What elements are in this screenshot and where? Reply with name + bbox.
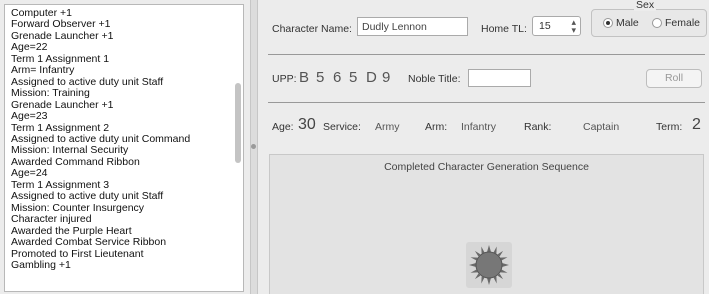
upp-char: 9 [382, 69, 391, 86]
log-entry: Age=23 [11, 110, 48, 123]
upp-label: UPP: [272, 73, 297, 85]
sequence-panel: Completed Character Generation Sequence [269, 154, 704, 294]
arm-value: Infantry [461, 121, 497, 133]
log-entry: Character injured [11, 213, 92, 226]
sex-radio-male[interactable]: Male [603, 17, 639, 29]
service-label: Service: [323, 121, 361, 133]
generation-log-list: Computer +1 Forward Observer +1 Grenade La… [5, 5, 243, 271]
character-name-input[interactable] [357, 17, 468, 36]
noble-title-input[interactable] [468, 69, 531, 87]
age-label: Age: [272, 121, 294, 133]
log-entry: Assigned to active duty unit Staff [11, 190, 164, 203]
service-value: Army [375, 121, 400, 133]
age-value: 30 [298, 116, 316, 133]
upp-char: 6 [333, 69, 342, 86]
rank-label: Rank: [524, 121, 552, 133]
divider [268, 54, 705, 55]
noble-title-label: Noble Title: [408, 73, 461, 85]
sex-group-title: Sex [634, 0, 657, 11]
log-entry: Mission: Training [11, 87, 90, 100]
progress-spinner-icon [466, 242, 512, 288]
upp-char: 5 [316, 69, 325, 86]
log-entry: Gambling +1 [11, 258, 71, 271]
rank-value: Captain [583, 121, 620, 133]
home-tl-stepper[interactable]: 15 ▴ ▾ [532, 16, 581, 36]
log-entry: Arm= Infantry [11, 64, 75, 77]
character-form: Character Name: Home TL: 15 ▴▾ Sex Male … [258, 0, 709, 294]
log-entry: Awarded Combat Service Ribbon [11, 236, 167, 249]
generation-log-panel[interactable]: Computer +1 Forward Observer +1 Grenade La… [4, 4, 244, 292]
sex-female-label: Female [665, 17, 701, 29]
roll-button[interactable]: Roll [646, 69, 702, 88]
term-label: Term: [656, 121, 683, 133]
divider [268, 102, 705, 103]
sequence-title: Completed Character Generation Sequence [384, 161, 589, 173]
radio-selected-icon[interactable] [603, 18, 613, 28]
sex-male-label: Male [616, 17, 639, 29]
sex-radio-female[interactable]: Female [652, 17, 700, 29]
upp-char: B [299, 69, 310, 86]
upp-char: D [366, 69, 377, 86]
radio-unselected-icon[interactable] [652, 18, 662, 28]
home-tl-value: 15 [539, 20, 551, 32]
splitter-grip-icon [251, 144, 256, 149]
character-name-label: Character Name: [272, 23, 352, 35]
upp-char: 5 [349, 69, 358, 86]
stepper-arrows-icon[interactable]: ▴ ▾ [571, 18, 576, 35]
home-tl-label: Home TL: [481, 23, 527, 35]
arm-label: Arm: [425, 121, 448, 133]
log-scrollbar-thumb[interactable] [235, 83, 241, 163]
term-value: 2 [692, 116, 701, 133]
